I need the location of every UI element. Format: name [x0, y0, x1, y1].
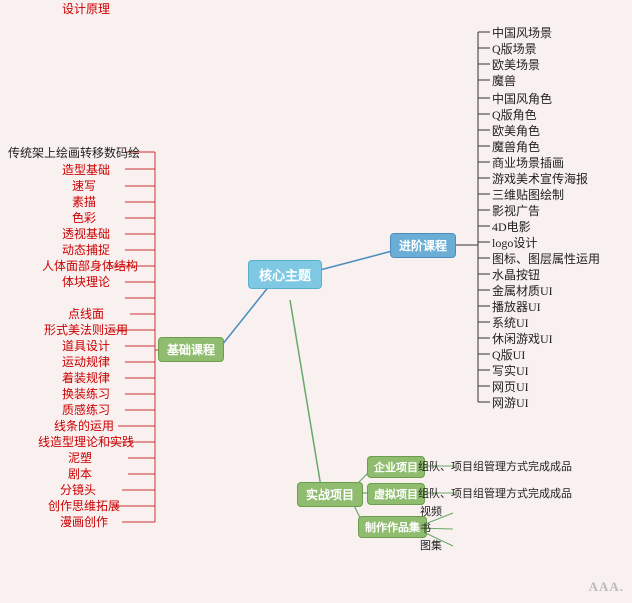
item-剧本: 剧本 — [68, 465, 92, 482]
item-泥塑: 泥塑 — [68, 449, 92, 466]
item-速写: 速写 — [72, 177, 96, 194]
item-设计原理: 设计原理 — [62, 0, 110, 17]
item-形式美: 形式美法则运用 — [44, 321, 128, 338]
zhizuozuopinji-label: 制作作品集 — [358, 516, 427, 538]
item-Q版UI: Q版UI — [492, 346, 525, 363]
watermark: AAA. — [589, 579, 624, 595]
jichukecheng-node: 基础课程 — [158, 337, 224, 362]
item-换装练习: 换装练习 — [62, 385, 110, 402]
item-漫画创作: 漫画创作 — [60, 513, 108, 530]
qiyexiangmu-node: 企业项目 — [367, 456, 425, 478]
item-播放器UI: 播放器UI — [492, 298, 541, 315]
sub-视频: 视频 — [420, 503, 442, 519]
item-分镜头: 分镜头 — [60, 481, 96, 498]
item-水晶按钮: 水晶按钮 — [492, 266, 540, 283]
item-体块理论: 体块理论 — [62, 273, 110, 290]
zhizuozuopinji-node: 制作作品集 — [358, 516, 427, 538]
item-动态捕捉: 动态捕捉 — [62, 241, 110, 258]
shizhanxiangmu-node: 实战项目 — [297, 482, 363, 507]
item-游戏美术: 游戏美术宣传海报 — [492, 170, 588, 187]
item-质感练习: 质感练习 — [62, 401, 110, 418]
item-网页UI: 网页UI — [492, 378, 529, 395]
mindmap-canvas: 核心主题 基础课程 进阶课程 实战项目 传统架上绘画转移数码绘 造型基础 速写 … — [0, 0, 632, 603]
shizhanxiangmu-label: 实战项目 — [297, 482, 363, 507]
item-线造型: 线造型理论和实践 — [38, 433, 134, 450]
sub-图集: 图集 — [420, 537, 442, 553]
item-影视广告: 影视广告 — [492, 202, 540, 219]
xunixiangmu-node: 虚拟项目 — [367, 483, 425, 505]
item-金属UI: 金属材质UI — [492, 282, 553, 299]
item-魔兽角色: 魔兽角色 — [492, 138, 540, 155]
item-休闲游戏UI: 休闲游戏UI — [492, 330, 553, 347]
item-中国风角色: 中国风角色 — [492, 90, 552, 107]
item-色彩: 色彩 — [72, 209, 96, 226]
item-点线面: 点线面 — [68, 305, 104, 322]
item-图标: 图标、图层属性运用 — [492, 250, 600, 267]
item-运动规律: 运动规律 — [62, 353, 110, 370]
jinjiekecheng-node: 进阶课程 — [390, 233, 456, 258]
item-着装规律: 着装规律 — [62, 369, 110, 386]
center-label: 核心主题 — [248, 260, 322, 289]
xunixiangmu-label: 虚拟项目 — [367, 483, 425, 505]
item-道具设计: 道具设计 — [62, 337, 110, 354]
item-中国风场景: 中国风场景 — [492, 24, 552, 41]
item-素描: 素描 — [72, 193, 96, 210]
item-商业场景: 商业场景插画 — [492, 154, 564, 171]
jichukecheng-label: 基础课程 — [158, 337, 224, 362]
item-4D电影: 4D电影 — [492, 218, 531, 235]
item-传统: 传统架上绘画转移数码绘 — [8, 144, 140, 161]
xuni-detail: 组队、项目组管理方式完成成品 — [418, 485, 572, 501]
item-欧美角色: 欧美角色 — [492, 122, 540, 139]
center-node: 核心主题 — [248, 260, 322, 289]
item-创作思维: 创作思维拓展 — [48, 497, 120, 514]
item-人体面部: 人体面部身体结构 — [42, 257, 138, 274]
item-透视基础: 透视基础 — [62, 225, 110, 242]
qiyexiangmu-label: 企业项目 — [367, 456, 425, 478]
qiye-detail: 组队、项目组管理方式完成成品 — [418, 458, 572, 474]
item-Q版场景: Q版场景 — [492, 40, 537, 57]
item-logo: logo设计 — [492, 234, 537, 251]
item-Q版角色: Q版角色 — [492, 106, 537, 123]
item-造型基础: 造型基础 — [62, 161, 110, 178]
sub-书: 书 — [420, 520, 431, 536]
item-系统UI: 系统UI — [492, 314, 529, 331]
item-魔兽: 魔兽 — [492, 72, 516, 89]
item-写实UI: 写实UI — [492, 362, 529, 379]
item-欧美场景: 欧美场景 — [492, 56, 540, 73]
jinjiekecheng-label: 进阶课程 — [390, 233, 456, 258]
item-三维贴图: 三维贴图绘制 — [492, 186, 564, 203]
item-网游UI: 网游UI — [492, 394, 529, 411]
item-线条: 线条的运用 — [54, 417, 114, 434]
